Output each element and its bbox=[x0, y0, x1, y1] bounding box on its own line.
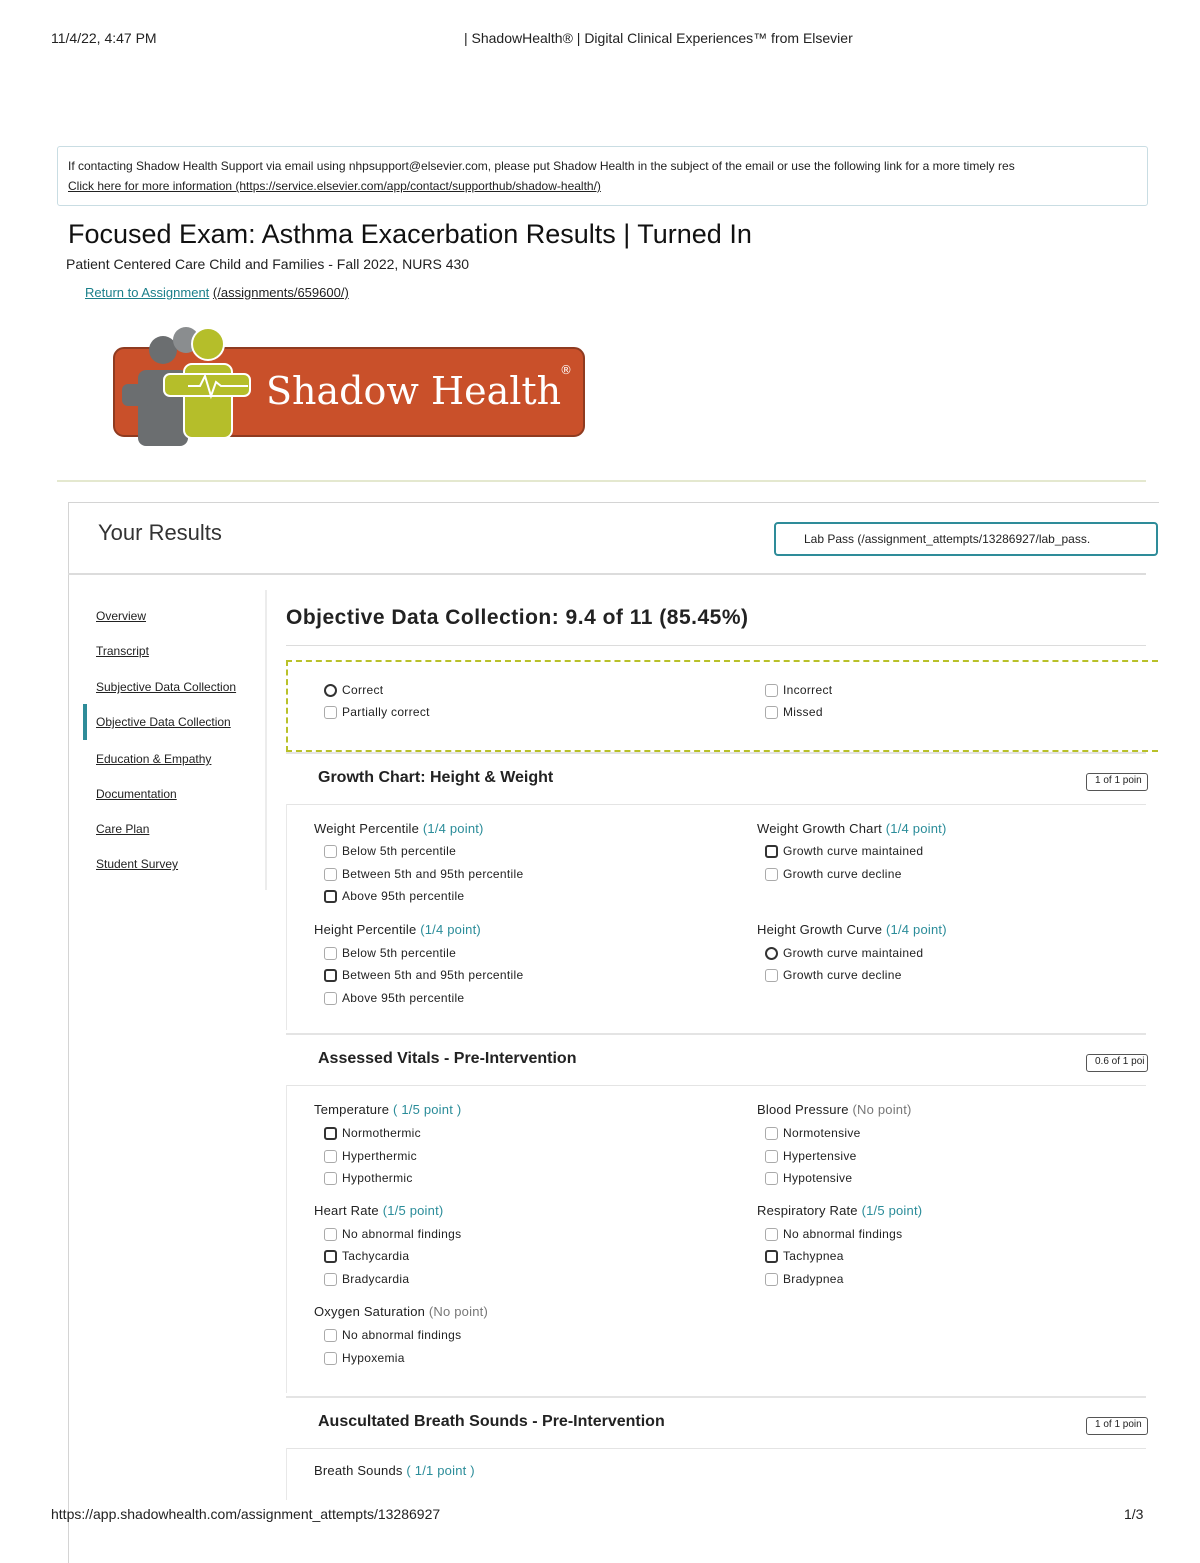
option-item: Hypoxemia bbox=[324, 1351, 405, 1366]
option-item: Hypothermic bbox=[324, 1171, 413, 1186]
print-page-title: | ShadowHealth® | Digital Clinical Exper… bbox=[464, 30, 853, 46]
option-item: Hyperthermic bbox=[324, 1149, 417, 1164]
nav-care-plan[interactable]: Care Plan bbox=[96, 822, 149, 836]
option-item: Bradypnea bbox=[765, 1272, 844, 1287]
lab-pass-label: Lab Pass (/assignment_attempts/13286927/… bbox=[804, 532, 1091, 546]
lab-pass-button[interactable]: Lab Pass (/assignment_attempts/13286927/… bbox=[774, 522, 1158, 556]
question-respiratory-rate: Respiratory Rate (1/5 point) bbox=[757, 1203, 923, 1218]
nav-separator bbox=[265, 590, 267, 890]
option-item: Tachycardia bbox=[324, 1249, 409, 1264]
nav-subjective-data-collection[interactable]: Subjective Data Collection bbox=[96, 680, 236, 694]
logo-registered: ® bbox=[560, 363, 572, 377]
course-subtitle: Patient Centered Care Child and Families… bbox=[66, 256, 470, 272]
logo-wordmark: Shadow Health bbox=[266, 369, 561, 413]
shadow-health-logo: Shadow Health ® bbox=[108, 326, 588, 456]
support-notice-text: If contacting Shadow Health Support via … bbox=[68, 159, 1015, 173]
nav-education-empathy[interactable]: Education & Empathy bbox=[96, 752, 211, 766]
vitals-score: 0.6 of 1 poi bbox=[1086, 1054, 1148, 1072]
correct-marker-icon bbox=[324, 684, 337, 698]
print-page-number: 1/3 bbox=[1124, 1506, 1144, 1522]
option-item: Below 5th percentile bbox=[324, 946, 456, 961]
return-link[interactable]: Return to Assignment bbox=[85, 285, 209, 300]
option-item: Below 5th percentile bbox=[324, 844, 456, 859]
question-breath-sounds: Breath Sounds ( 1/1 point ) bbox=[314, 1463, 475, 1478]
option-item: Bradycardia bbox=[324, 1272, 409, 1287]
return-to-assignment[interactable]: Return to Assignment (/assignments/65960… bbox=[85, 285, 349, 300]
option-item: Growth curve decline bbox=[765, 867, 902, 882]
question-weight-growth-chart: Weight Growth Chart (1/4 point) bbox=[757, 821, 947, 836]
nav-documentation[interactable]: Documentation bbox=[96, 787, 177, 801]
option-item: Growth curve maintained bbox=[765, 844, 923, 859]
question-height-percentile: Height Percentile (1/4 point) bbox=[314, 922, 481, 937]
question-heart-rate: Heart Rate (1/5 point) bbox=[314, 1203, 444, 1218]
option-item: No abnormal findings bbox=[324, 1227, 461, 1242]
growth-chart-score: 1 of 1 poin bbox=[1086, 773, 1148, 791]
question-temperature: Temperature ( 1/5 point ) bbox=[314, 1102, 462, 1117]
nav-objective-data-collection[interactable]: Objective Data Collection bbox=[96, 715, 231, 729]
partial-marker-icon bbox=[324, 706, 337, 720]
option-item: Hypertensive bbox=[765, 1149, 857, 1164]
nav-transcript[interactable]: Transcript bbox=[96, 644, 149, 658]
option-item: Between 5th and 95th percentile bbox=[324, 968, 523, 983]
page-title: Focused Exam: Asthma Exacerbation Result… bbox=[68, 219, 752, 249]
return-path: (/assignments/659600/) bbox=[212, 285, 349, 300]
question-oxygen-saturation: Oxygen Saturation (No point) bbox=[314, 1304, 488, 1319]
option-item: No abnormal findings bbox=[765, 1227, 902, 1242]
option-item: Normothermic bbox=[324, 1126, 421, 1141]
question-weight-percentile: Weight Percentile (1/4 point) bbox=[314, 821, 484, 836]
option-item: Growth curve maintained bbox=[765, 946, 923, 961]
breath-sounds-score: 1 of 1 poin bbox=[1086, 1417, 1148, 1435]
results-title: Your Results bbox=[98, 520, 222, 545]
print-datetime: 11/4/22, 4:47 PM bbox=[51, 30, 157, 46]
section-divider bbox=[286, 645, 1146, 646]
nav-student-survey[interactable]: Student Survey bbox=[96, 857, 178, 871]
legend-partially-correct: Partially correct bbox=[324, 705, 430, 720]
vitals-header: Assessed Vitals - Pre-Intervention 0.6 o… bbox=[286, 1033, 1148, 1086]
section-title: Objective Data Collection: 9.4 of 11 (85… bbox=[286, 606, 749, 629]
missed-marker-icon bbox=[765, 706, 778, 720]
print-url: https://app.shadowhealth.com/assignment_… bbox=[51, 1506, 441, 1522]
option-item: Tachypnea bbox=[765, 1249, 844, 1264]
support-notice: If contacting Shadow Health Support via … bbox=[57, 146, 1148, 206]
vitals-title: Assessed Vitals - Pre-Intervention bbox=[318, 1050, 577, 1067]
option-item: Growth curve decline bbox=[765, 968, 902, 983]
legend-correct: Correct bbox=[324, 683, 383, 698]
question-blood-pressure: Blood Pressure (No point) bbox=[757, 1102, 912, 1117]
support-info-link[interactable]: Click here for more information (https:/… bbox=[68, 179, 601, 193]
legend-missed: Missed bbox=[765, 705, 823, 720]
option-item: Above 95th percentile bbox=[324, 889, 464, 904]
header-divider bbox=[57, 480, 1146, 482]
nav-active-indicator bbox=[83, 704, 87, 740]
option-item: Between 5th and 95th percentile bbox=[324, 867, 523, 882]
legend-incorrect: Incorrect bbox=[765, 683, 832, 698]
option-item: No abnormal findings bbox=[324, 1328, 461, 1343]
nav-overview[interactable]: Overview bbox=[96, 609, 146, 623]
results-divider bbox=[68, 573, 1146, 575]
breath-sounds-title: Auscultated Breath Sounds - Pre-Interven… bbox=[318, 1413, 665, 1430]
option-item: Above 95th percentile bbox=[324, 991, 464, 1006]
option-item: Hypotensive bbox=[765, 1171, 852, 1186]
incorrect-marker-icon bbox=[765, 684, 778, 698]
growth-chart-title: Growth Chart: Height & Weight bbox=[318, 769, 554, 786]
growth-chart-header: Growth Chart: Height & Weight 1 of 1 poi… bbox=[286, 752, 1148, 805]
breath-sounds-header: Auscultated Breath Sounds - Pre-Interven… bbox=[286, 1396, 1148, 1449]
question-height-growth-curve: Height Growth Curve (1/4 point) bbox=[757, 922, 947, 937]
option-item: Normotensive bbox=[765, 1126, 861, 1141]
